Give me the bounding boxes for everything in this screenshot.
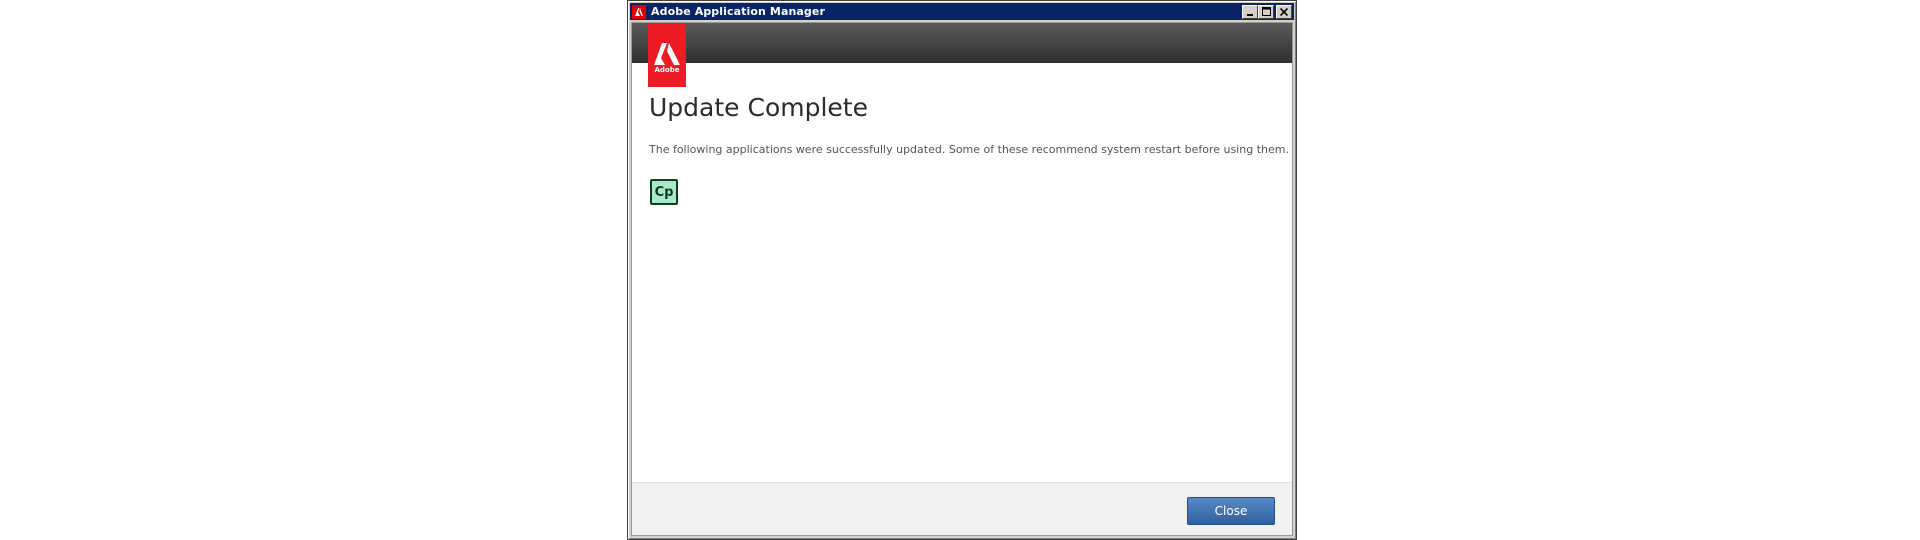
close-button[interactable]: Close — [1187, 497, 1275, 525]
adobe-icon — [632, 4, 646, 19]
dialog-content: Adobe Update Complete The following appl… — [631, 22, 1293, 536]
header-bar — [632, 23, 1292, 63]
footer-bar: Close — [632, 482, 1292, 535]
adobe-logo-mark — [654, 43, 680, 65]
update-message: The following applications were successf… — [649, 143, 1289, 156]
captivate-app-icon: Cp — [650, 179, 678, 205]
app-icon-label: Cp — [654, 184, 674, 200]
minimize-icon[interactable] — [1242, 4, 1258, 19]
title-bar[interactable]: Adobe Application Manager — [630, 3, 1294, 20]
maximize-icon[interactable] — [1258, 4, 1274, 19]
close-icon[interactable] — [1276, 4, 1292, 19]
adobe-logo: Adobe — [648, 23, 686, 87]
window-title: Adobe Application Manager — [651, 5, 825, 18]
application-window: Adobe Application Manager Adobe Update C… — [627, 0, 1297, 540]
page-title: Update Complete — [649, 93, 868, 122]
adobe-logo-text: Adobe — [654, 66, 680, 74]
